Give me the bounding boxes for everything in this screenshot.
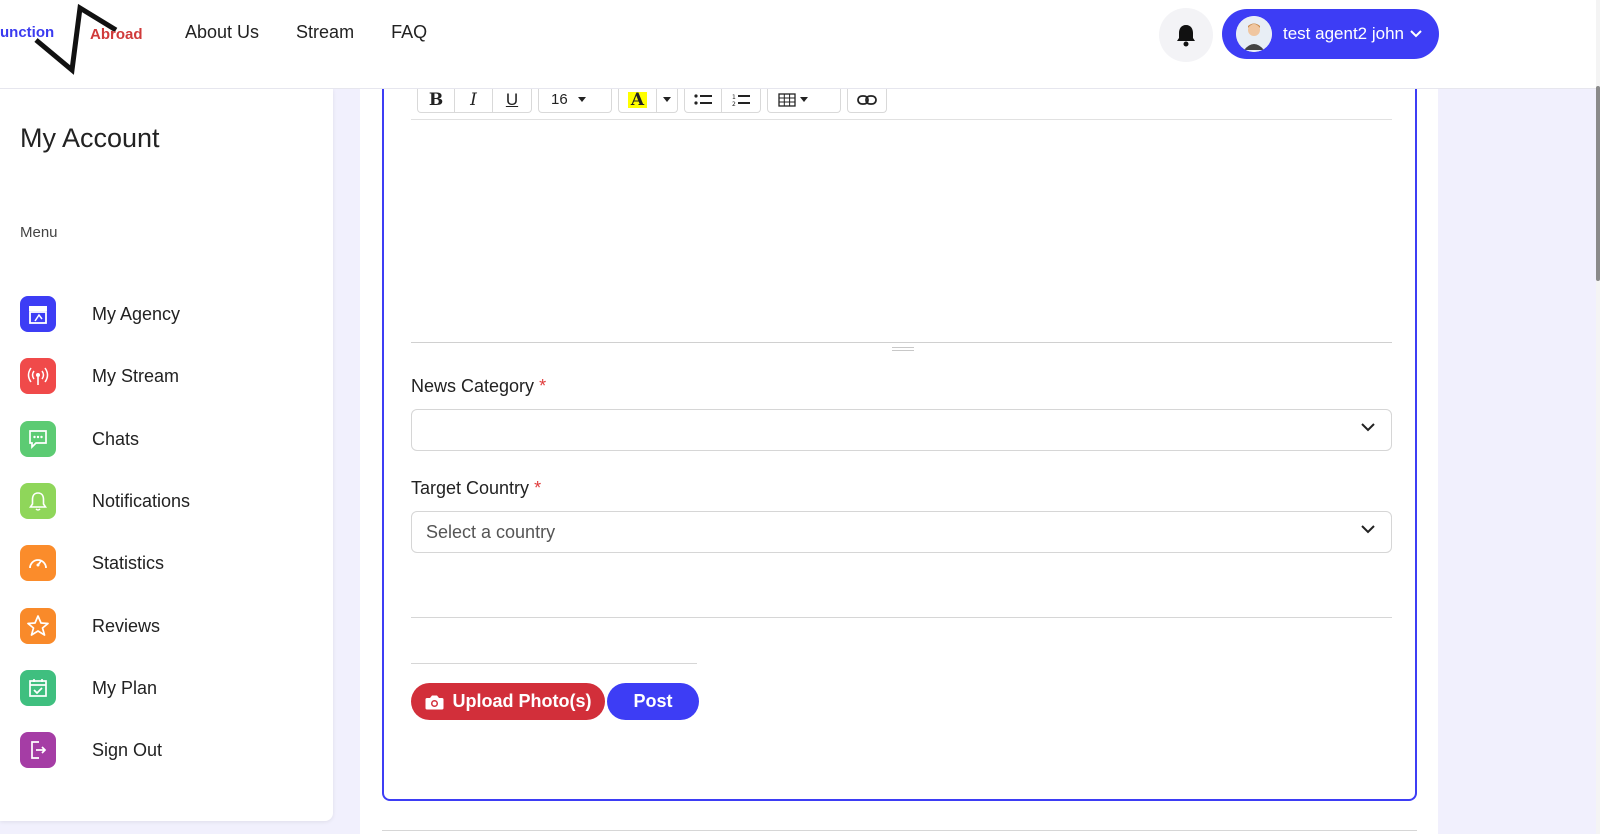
numbered-list-icon: 12 [732, 94, 750, 107]
sidebar-item-statistics[interactable]: Statistics [20, 545, 164, 581]
user-menu-button[interactable]: test agent2 john [1222, 9, 1439, 59]
editor-bottom-border [411, 342, 1392, 343]
font-size-value: 16 [551, 91, 568, 108]
insert-link-button[interactable] [848, 86, 886, 113]
list-group: 12 [684, 86, 761, 113]
svg-text:1: 1 [732, 94, 736, 101]
upload-photos-label: Upload Photo(s) [452, 691, 592, 711]
font-color-button[interactable]: A [619, 86, 657, 113]
bell-icon [20, 483, 56, 519]
post-form: B I U 16 A 1 2 News Category * Target Co… [382, 86, 1417, 801]
avatar [1236, 16, 1272, 52]
sidebar-item-label: Reviews [92, 615, 161, 636]
editor-content-area[interactable] [411, 120, 1392, 342]
table-icon [778, 92, 796, 107]
sidebar-item-label: My Stream [92, 365, 180, 386]
caret-down-icon [577, 97, 586, 102]
required-mark: * [539, 376, 547, 396]
bullet-list-icon [694, 93, 712, 105]
nav-faq[interactable]: FAQ [391, 22, 427, 43]
bold-button[interactable]: B [418, 86, 455, 113]
broadcast-icon [20, 358, 56, 394]
nav-about-us[interactable]: About Us [185, 22, 259, 43]
svg-text:2: 2 [732, 101, 736, 107]
chevron-down-icon [1361, 525, 1375, 534]
divider [411, 617, 1392, 618]
chevron-down-icon [1410, 30, 1422, 38]
site-logo[interactable]: unction Abroad [0, 0, 160, 75]
editor-resize-handle[interactable] [892, 347, 914, 353]
notifications-button[interactable] [1159, 8, 1213, 62]
sidebar-item-label: My Agency [92, 303, 181, 324]
sidebar-item-sign-out[interactable]: Sign Out [20, 732, 162, 768]
caret-down-icon [800, 97, 808, 102]
upload-photos-button[interactable]: Upload Photo(s) [411, 683, 605, 720]
nav-stream[interactable]: Stream [296, 22, 354, 43]
storefront-icon [20, 296, 56, 332]
gauge-icon [20, 545, 56, 581]
news-category-label: News Category * [411, 376, 547, 396]
table-dropdown[interactable] [767, 86, 841, 113]
sidebar-item-label: My Plan [92, 677, 158, 698]
divider [411, 663, 697, 664]
main-nav: About Us Stream FAQ [185, 22, 427, 43]
sidebar-item-my-plan[interactable]: My Plan [20, 670, 157, 706]
font-color-dropdown[interactable] [657, 86, 677, 113]
post-button[interactable]: Post [607, 683, 699, 720]
underline-button[interactable]: U [493, 86, 531, 113]
numbered-list-button[interactable]: 12 [722, 86, 760, 113]
target-country-label: Target Country * [411, 478, 542, 498]
user-name: test agent2 john [1283, 24, 1404, 43]
divider [382, 830, 1417, 831]
account-sidebar: My Account Menu My Agency My Stream Chat… [0, 89, 333, 821]
sidebar-item-reviews[interactable]: Reviews [20, 608, 160, 644]
top-header: unction Abroad About Us Stream FAQ test … [0, 0, 1596, 89]
camera-icon [425, 695, 443, 709]
main-content: B I U 16 A 1 2 News Category * Target Co… [360, 86, 1438, 834]
menu-label: Menu [20, 224, 58, 241]
scrollbar-thumb[interactable] [1596, 86, 1600, 281]
bell-icon [1177, 25, 1195, 47]
calendar-check-icon [20, 670, 56, 706]
sidebar-item-label: Sign Out [92, 739, 163, 760]
page-title: My Account [20, 123, 160, 153]
caret-down-icon [663, 97, 671, 102]
italic-button[interactable]: I [455, 86, 493, 113]
sidebar-item-notifications[interactable]: Notifications [20, 483, 190, 519]
chat-icon [20, 421, 56, 457]
user-avatar-icon [1236, 16, 1272, 52]
page-scrollbar[interactable] [1596, 0, 1600, 834]
target-country-placeholder: Select a country [426, 521, 556, 542]
text-color-icon: A [627, 91, 648, 108]
font-color-group: A [618, 86, 678, 113]
sign-out-icon [20, 732, 56, 768]
sidebar-item-my-stream[interactable]: My Stream [20, 358, 179, 394]
bullet-list-button[interactable] [685, 86, 722, 113]
sidebar-item-my-agency[interactable]: My Agency [20, 296, 180, 332]
sidebar-item-label: Notifications [92, 490, 191, 511]
target-country-select[interactable]: Select a country [411, 511, 1392, 553]
link-icon [857, 94, 877, 105]
logo-text-right: Abroad [90, 26, 143, 43]
news-category-select[interactable] [411, 409, 1392, 451]
sidebar-item-chats[interactable]: Chats [20, 421, 139, 457]
sidebar-item-label: Chats [92, 428, 140, 449]
chevron-down-icon [1361, 423, 1375, 432]
star-icon [20, 608, 56, 644]
required-mark: * [534, 478, 542, 498]
link-group [847, 86, 887, 113]
sidebar-item-label: Statistics [92, 552, 165, 573]
text-style-group: B I U [417, 86, 532, 113]
editor-toolbar: B I U 16 A 1 2 [417, 86, 887, 113]
font-size-dropdown[interactable]: 16 [538, 86, 612, 113]
